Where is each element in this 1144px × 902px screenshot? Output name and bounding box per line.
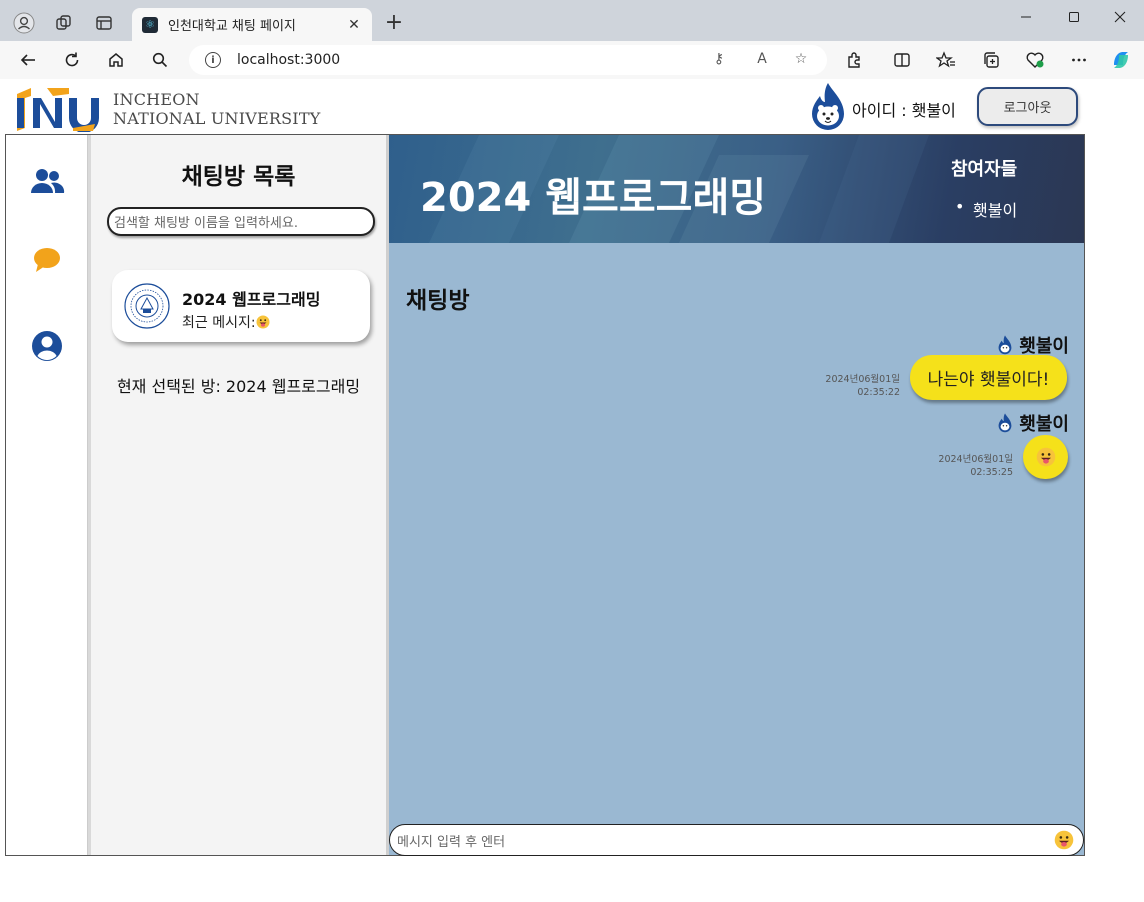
- chat-bubble-icon: [34, 248, 60, 272]
- message-sender: 횃불이: [997, 410, 1069, 436]
- sidebar-item-chats[interactable]: [29, 242, 65, 278]
- tab-actions-icon[interactable]: [90, 9, 118, 37]
- extensions-icon[interactable]: [840, 46, 868, 74]
- key-icon[interactable]: ⚷: [709, 51, 729, 67]
- page-bottom: [0, 856, 1144, 902]
- participant-item: 횃불이: [955, 197, 1017, 221]
- last-message-label: 최근 메시지:: [182, 315, 256, 331]
- message-date: 2024년06월01일: [825, 374, 900, 385]
- close-tab-icon[interactable]: ✕: [346, 17, 362, 33]
- user-id-label: 아이디 : 횃불이: [852, 101, 956, 120]
- university-name: INCHEON NATIONAL UNIVERSITY: [113, 90, 320, 128]
- tab-strip: ⚛ 인천대학교 채팅 페이지 ✕ +: [0, 0, 1144, 41]
- room-last-message: 최근 메시지:: [182, 312, 270, 332]
- torch-mascot-icon: [812, 83, 844, 130]
- grinning-tongue-emoji-icon: [256, 315, 270, 329]
- address-url: localhost:3000: [237, 52, 341, 68]
- copilot-icon[interactable]: [1107, 46, 1135, 74]
- logo-line-1: INCHEON: [113, 90, 200, 109]
- favorites-icon[interactable]: [932, 46, 960, 74]
- profile-icon: [32, 331, 62, 361]
- chat-panel: 2024 웹프로그래밍 참여자들 횃불이 채팅방 횃불이 2024년06월01일…: [389, 135, 1084, 856]
- browser-chrome: ⚛ 인천대학교 채팅 페이지 ✕ + i localhost:3000 ⚷ A …: [0, 0, 1144, 79]
- message-timestamp: 2024년06월01일 02:35:22: [780, 373, 900, 399]
- message-time: 02:35:25: [970, 467, 1013, 478]
- emoji-message-bubble: [1023, 435, 1068, 479]
- more-options-icon[interactable]: [1065, 46, 1093, 74]
- browser-toolbar: i localhost:3000 ⚷ A ☆: [0, 41, 1144, 79]
- room-list-panel: 채팅방 목록 검색할 채팅방 이름을 입력하세요. 2024 웹프로그래밍 최근…: [88, 135, 389, 855]
- workspaces-icon[interactable]: [50, 9, 78, 37]
- chat-heading: 채팅방: [406, 288, 470, 314]
- message-timestamp: 2024년06월01일 02:35:25: [893, 453, 1013, 479]
- app-header: INCHEON NATIONAL UNIVERSITY 아이디 : 횃불이 로그…: [5, 79, 1085, 135]
- selected-room-text: 현재 선택된 방: 2024 웹프로그래밍: [116, 377, 361, 396]
- address-bar[interactable]: i localhost:3000 ⚷ A ☆: [189, 45, 827, 75]
- room-title: 2024 웹프로그래밍: [420, 175, 767, 221]
- message-input-placeholder: 메시지 입력 후 엔터: [397, 834, 506, 850]
- logo-line-2: NATIONAL UNIVERSITY: [113, 109, 321, 128]
- back-icon[interactable]: [14, 46, 42, 74]
- active-tab[interactable]: ⚛ 인천대학교 채팅 페이지 ✕: [132, 8, 372, 41]
- logout-button[interactable]: 로그아웃: [977, 87, 1078, 126]
- site-info-icon[interactable]: i: [205, 52, 221, 68]
- new-tab-icon[interactable]: +: [382, 11, 406, 35]
- emoji-picker-icon[interactable]: [1054, 830, 1074, 850]
- room-name: 2024 웹프로그래밍: [182, 290, 321, 309]
- search-icon[interactable]: [146, 46, 174, 74]
- app-frame: 채팅방 목록 검색할 채팅방 이름을 입력하세요. 2024 웹프로그래밍 최근…: [5, 134, 1085, 856]
- room-card[interactable]: 2024 웹프로그래밍 최근 메시지:: [112, 270, 370, 342]
- browser-essentials-icon[interactable]: [1021, 46, 1049, 74]
- split-screen-icon[interactable]: [888, 46, 916, 74]
- room-list-title: 채팅방 목록: [181, 164, 296, 190]
- chat-banner: 2024 웹프로그래밍 참여자들 횃불이: [389, 135, 1084, 243]
- message-bubble: 나는야 횃불이다!: [910, 355, 1067, 400]
- message-time: 02:35:22: [857, 387, 900, 398]
- participants-title: 참여자들: [951, 159, 1018, 180]
- sender-name: 횃불이: [1019, 414, 1069, 435]
- refresh-icon[interactable]: [58, 46, 86, 74]
- maximize-icon[interactable]: [1051, 4, 1097, 30]
- minimize-icon[interactable]: [1003, 4, 1049, 30]
- message-date: 2024년06월01일: [938, 454, 1013, 465]
- tab-title: 인천대학교 채팅 페이지: [168, 19, 296, 34]
- favorite-star-icon[interactable]: ☆: [791, 51, 811, 67]
- inu-logo-icon: [17, 88, 99, 132]
- react-icon: ⚛: [142, 16, 158, 33]
- grinning-tongue-emoji-icon: [1036, 447, 1055, 467]
- home-icon[interactable]: [102, 46, 130, 74]
- users-icon: [31, 169, 65, 193]
- collections-icon[interactable]: [977, 46, 1005, 74]
- sidebar-item-friends[interactable]: [29, 163, 65, 199]
- room-search-input[interactable]: 검색할 채팅방 이름을 입력하세요.: [107, 207, 375, 236]
- university-emblem-icon: [124, 283, 170, 329]
- sidebar-rail: [6, 135, 88, 855]
- sidebar-item-profile[interactable]: [29, 328, 65, 364]
- message-input[interactable]: 메시지 입력 후 엔터: [389, 824, 1084, 856]
- torch-mascot-icon: [998, 335, 1012, 355]
- profile-icon[interactable]: [10, 9, 38, 37]
- read-aloud-icon[interactable]: A: [752, 51, 772, 67]
- close-window-icon[interactable]: [1097, 4, 1143, 30]
- torch-mascot-icon: [998, 413, 1012, 433]
